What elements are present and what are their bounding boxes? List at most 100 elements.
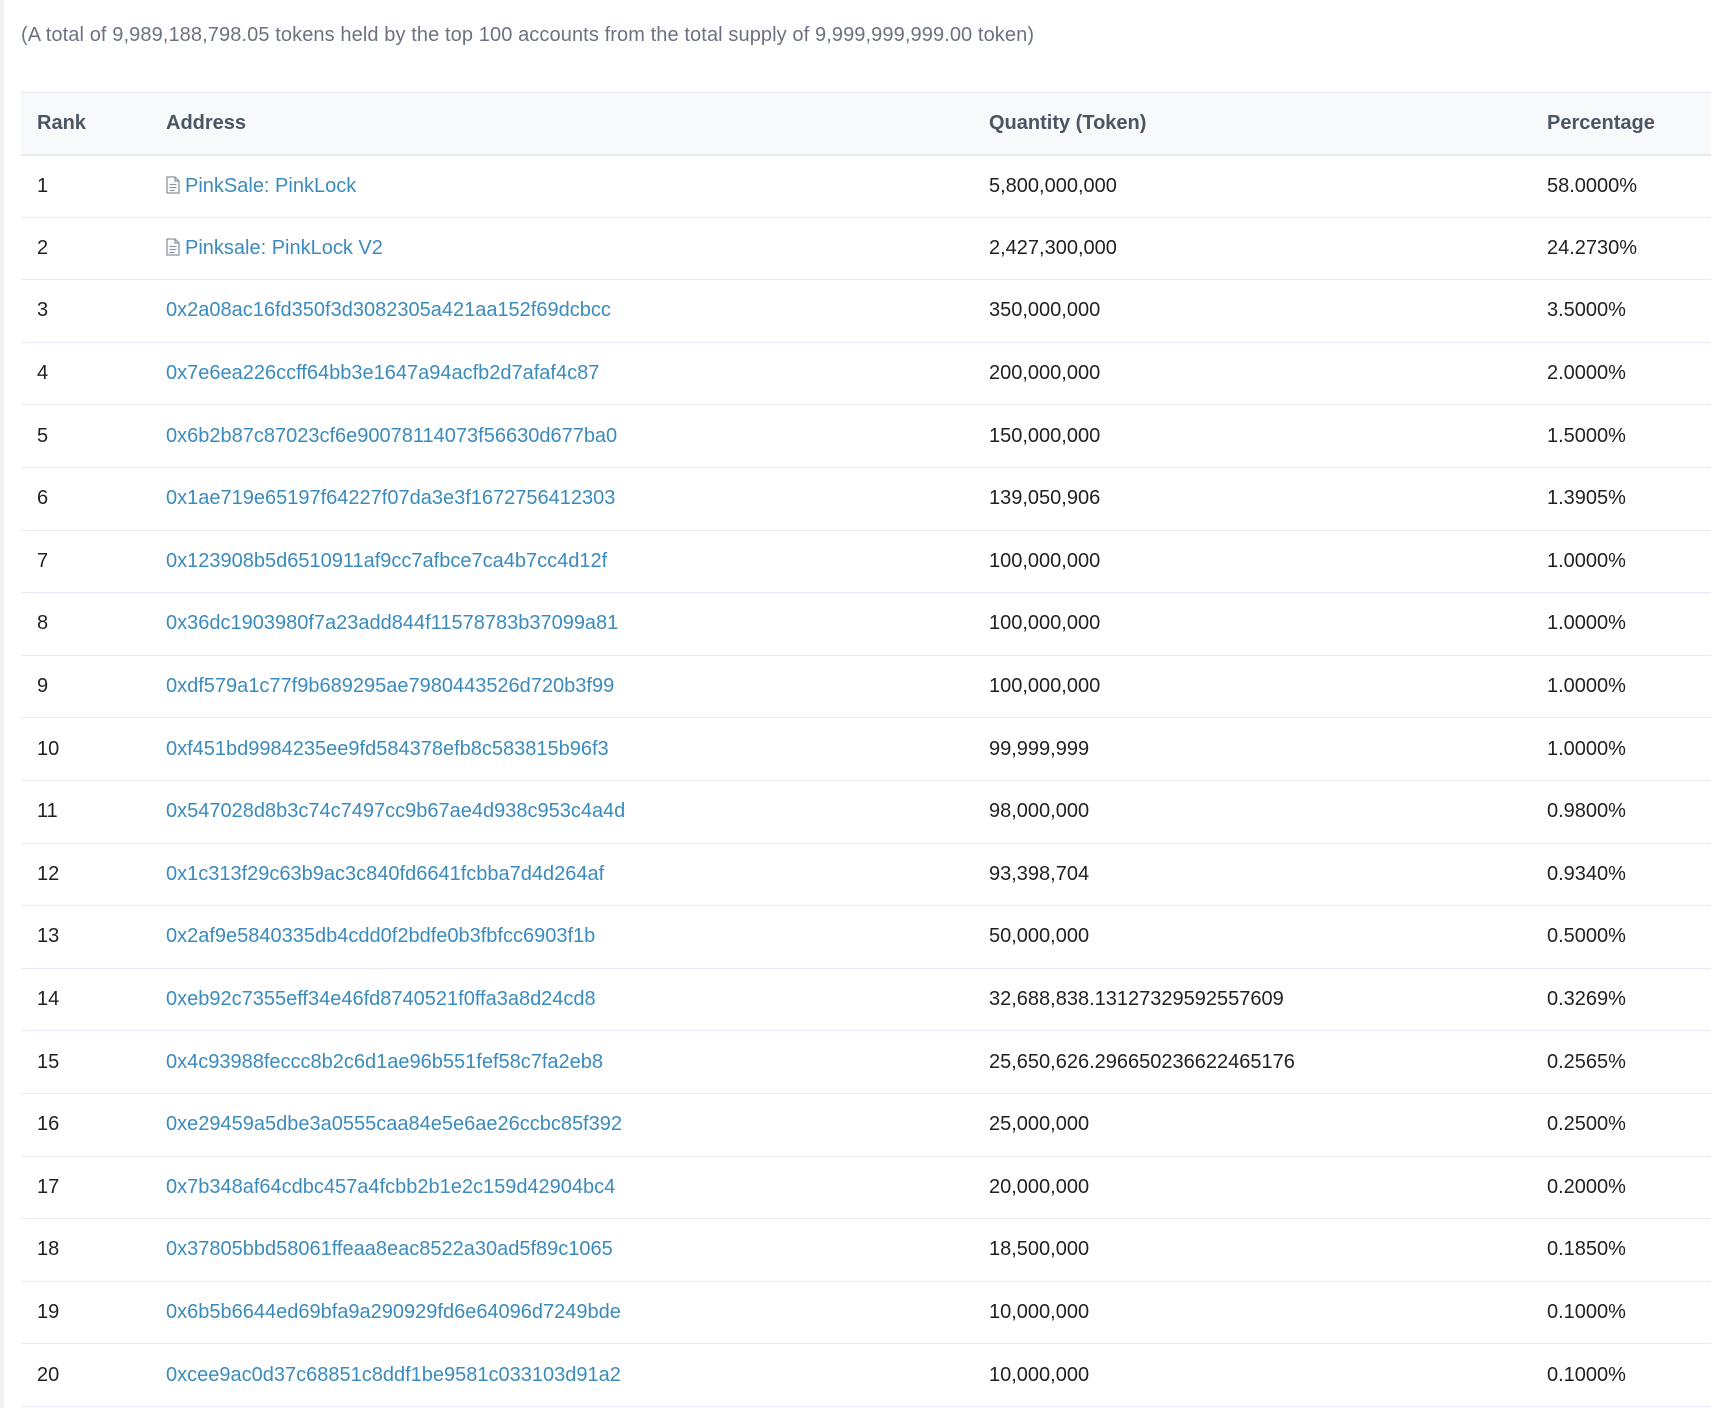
address-cell: 0x123908b5d6510911af9cc7afbce7ca4b7cc4d1… [150, 530, 973, 594]
quantity-cell: 98,000,000 [973, 780, 1531, 844]
rank-cell: 5 [21, 404, 150, 468]
address-cell: 0x2a08ac16fd350f3d3082305a421aa152f69dcb… [150, 279, 973, 343]
quantity-cell: 25,650,626.296650236622465176 [973, 1030, 1531, 1094]
percentage-cell: 24.2730% [1531, 217, 1711, 281]
rank-cell: 12 [21, 843, 150, 907]
table-row: 12 0x1c313f29c63b9ac3c840fd6641fcbba7d4d2… [21, 843, 1711, 907]
percentage-cell: 1.3905% [1531, 467, 1711, 531]
address-cell: 0xf451bd9984235ee9fd584378efb8c583815b96… [150, 717, 973, 781]
address-cell: 0xeb92c7355eff34e46fd8740521f0ffa3a8d24c… [150, 968, 973, 1032]
table-row: 6 0x1ae719e65197f64227f07da3e3f1672756412… [21, 467, 1711, 531]
address-header: Address [150, 92, 973, 156]
table-row: 9 0xdf579a1c77f9b689295ae7980443526d720b3… [21, 655, 1711, 719]
table-row: 7 0x123908b5d6510911af9cc7afbce7ca4b7cc4d… [21, 530, 1711, 594]
percentage-header: Percentage [1531, 92, 1711, 156]
address-link[interactable]: 0xcee9ac0d37c68851c8ddf1be9581c033103d91… [166, 1364, 621, 1386]
table-row: 1 PinkSale: PinkLock 5,800,000,000 58.0000% [21, 154, 1711, 218]
percentage-cell: 0.1000% [1531, 1343, 1711, 1407]
table-row: 18 0x37805bbd58061ffeaa8eac8522a30ad5f89c… [21, 1218, 1711, 1282]
contract-icon [166, 238, 180, 256]
address-cell: 0x547028d8b3c74c7497cc9b67ae4d938c953c4a… [150, 780, 973, 844]
address-link[interactable]: PinkSale: PinkLock [185, 175, 356, 197]
table-row: 17 0x7b348af64cdbc457a4fcbb2b1e2c159d4290… [21, 1156, 1711, 1220]
address-link[interactable]: 0x547028d8b3c74c7497cc9b67ae4d938c953c4a… [166, 800, 625, 822]
percentage-cell: 0.2000% [1531, 1156, 1711, 1220]
address-link[interactable]: 0x7b348af64cdbc457a4fcbb2b1e2c159d42904b… [166, 1176, 615, 1198]
address-link[interactable]: 0x2a08ac16fd350f3d3082305a421aa152f69dcb… [166, 299, 611, 321]
rank-header: Rank [21, 92, 150, 156]
rank-cell: 17 [21, 1156, 150, 1220]
address-link[interactable]: 0x1ae719e65197f64227f07da3e3f16727564123… [166, 487, 615, 509]
rank-cell: 13 [21, 905, 150, 969]
quantity-cell: 139,050,906 [973, 467, 1531, 531]
rank-cell: 19 [21, 1281, 150, 1345]
quantity-cell: 100,000,000 [973, 655, 1531, 719]
rank-cell: 15 [21, 1030, 150, 1094]
percentage-cell: 1.0000% [1531, 655, 1711, 719]
rank-cell: 1 [21, 154, 150, 218]
quantity-cell: 2,427,300,000 [973, 217, 1531, 281]
address-cell: PinkSale: PinkLock [150, 154, 973, 218]
percentage-cell: 0.9800% [1531, 780, 1711, 844]
quantity-cell: 10,000,000 [973, 1343, 1531, 1407]
address-link[interactable]: 0xf451bd9984235ee9fd584378efb8c583815b96… [166, 738, 609, 760]
address-cell: 0x6b2b87c87023cf6e90078114073f56630d677b… [150, 404, 973, 468]
table-row: 15 0x4c93988feccc8b2c6d1ae96b551fef58c7fa… [21, 1030, 1711, 1094]
quantity-cell: 100,000,000 [973, 530, 1531, 594]
address-link[interactable]: Pinksale: PinkLock V2 [185, 237, 383, 259]
contract-icon [166, 175, 180, 194]
address-link[interactable]: 0xe29459a5dbe3a0555caa84e5e6ae26ccbc85f3… [166, 1113, 622, 1135]
address-link[interactable]: 0x2af9e5840335db4cdd0f2bdfe0b3fbfcc6903f… [166, 925, 595, 947]
percentage-cell: 1.5000% [1531, 404, 1711, 468]
address-link[interactable]: 0xdf579a1c77f9b689295ae7980443526d720b3f… [166, 675, 614, 697]
address-cell: 0x37805bbd58061ffeaa8eac8522a30ad5f89c10… [150, 1218, 973, 1282]
address-link[interactable]: 0x37805bbd58061ffeaa8eac8522a30ad5f89c10… [166, 1238, 613, 1260]
rank-cell: 4 [21, 342, 150, 406]
address-cell: 0x6b5b6644ed69bfa9a290929fd6e64096d7249b… [150, 1281, 973, 1345]
address-cell: Pinksale: PinkLock V2 [150, 217, 973, 281]
percentage-cell: 1.0000% [1531, 530, 1711, 594]
rank-cell: 20 [21, 1343, 150, 1407]
table-row: 11 0x547028d8b3c74c7497cc9b67ae4d938c953c… [21, 780, 1711, 844]
quantity-cell: 350,000,000 [973, 279, 1531, 343]
table-row: 16 0xe29459a5dbe3a0555caa84e5e6ae26ccbc85… [21, 1093, 1711, 1157]
address-link[interactable]: 0x1c313f29c63b9ac3c840fd6641fcbba7d4d264… [166, 863, 604, 885]
table-row: 5 0x6b2b87c87023cf6e90078114073f56630d677… [21, 404, 1711, 468]
address-cell: 0x1ae719e65197f64227f07da3e3f16727564123… [150, 467, 973, 531]
rank-cell: 10 [21, 717, 150, 781]
quantity-cell: 150,000,000 [973, 404, 1531, 468]
rank-cell: 7 [21, 530, 150, 594]
rank-cell: 14 [21, 968, 150, 1032]
quantity-cell: 5,800,000,000 [973, 154, 1531, 218]
rank-cell: 11 [21, 780, 150, 844]
percentage-cell: 0.2565% [1531, 1030, 1711, 1094]
address-cell: 0xdf579a1c77f9b689295ae7980443526d720b3f… [150, 655, 973, 719]
percentage-cell: 1.0000% [1531, 592, 1711, 656]
address-link[interactable]: 0x123908b5d6510911af9cc7afbce7ca4b7cc4d1… [166, 550, 607, 572]
rank-cell: 16 [21, 1093, 150, 1157]
address-link[interactable]: 0x36dc1903980f7a23add844f11578783b37099a… [166, 612, 618, 634]
rank-cell: 3 [21, 279, 150, 343]
address-cell: 0xe29459a5dbe3a0555caa84e5e6ae26ccbc85f3… [150, 1093, 973, 1157]
address-link[interactable]: 0x7e6ea226ccff64bb3e1647a94acfb2d7afaf4c… [166, 362, 599, 384]
table-row: 4 0x7e6ea226ccff64bb3e1647a94acfb2d7afaf4… [21, 342, 1711, 406]
table-row: 2 Pinksale: PinkLock V2 2,427,300,000 24.27… [21, 217, 1711, 281]
percentage-cell: 2.0000% [1531, 342, 1711, 406]
quantity-cell: 50,000,000 [973, 905, 1531, 969]
percentage-cell: 0.3269% [1531, 968, 1711, 1032]
address-cell: 0x1c313f29c63b9ac3c840fd6641fcbba7d4d264… [150, 843, 973, 907]
rank-cell: 18 [21, 1218, 150, 1282]
percentage-cell: 3.5000% [1531, 279, 1711, 343]
address-link[interactable]: 0x6b2b87c87023cf6e90078114073f56630d677b… [166, 425, 617, 447]
address-link[interactable]: 0x6b5b6644ed69bfa9a290929fd6e64096d7249b… [166, 1301, 621, 1323]
address-link[interactable]: 0xeb92c7355eff34e46fd8740521f0ffa3a8d24c… [166, 988, 596, 1010]
address-link[interactable]: 0x4c93988feccc8b2c6d1ae96b551fef58c7fa2e… [166, 1051, 603, 1073]
quantity-cell: 32,688,838.13127329592557609 [973, 968, 1531, 1032]
table-body: 1 PinkSale: PinkLock 5,800,000,000 58.0000%… [21, 154, 1711, 1407]
table-row: 10 0xf451bd9984235ee9fd584378efb8c583815b… [21, 717, 1711, 781]
quantity-cell: 20,000,000 [973, 1156, 1531, 1220]
address-cell: 0x36dc1903980f7a23add844f11578783b37099a… [150, 592, 973, 656]
address-cell: 0x7e6ea226ccff64bb3e1647a94acfb2d7afaf4c… [150, 342, 973, 406]
rank-cell: 8 [21, 592, 150, 656]
quantity-cell: 93,398,704 [973, 843, 1531, 907]
